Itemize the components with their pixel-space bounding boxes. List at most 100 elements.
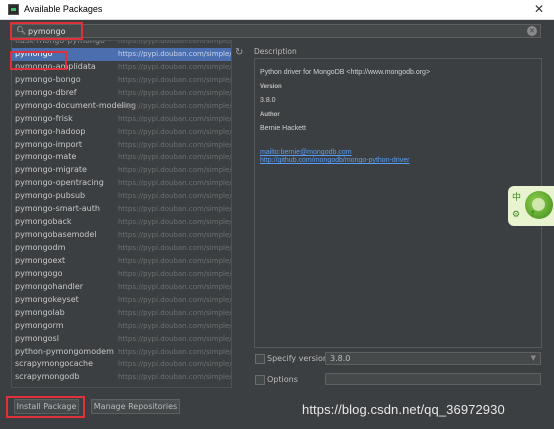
refresh-icon[interactable]: ↻ (235, 47, 243, 58)
package-repository: https://pypi.douban.com/simple/ (118, 153, 232, 162)
package-name: scrapymongocache (15, 359, 93, 369)
package-row[interactable]: pymongo-bongo https://pypi.douban.com/sim… (12, 74, 231, 87)
package-row[interactable]: pymongo-pubsub https://pypi.douban.com/si… (12, 190, 231, 203)
repository-link[interactable]: http://github.com/mongodb/mongo-python-d… (260, 157, 409, 164)
package-repository: https://pypi.douban.com/simple/ (118, 295, 232, 304)
close-icon[interactable]: ✕ (534, 2, 544, 16)
package-name: pymongohandler (15, 281, 84, 291)
version-select-value: 3.8.0 (330, 354, 351, 363)
package-row[interactable]: python-pymongomodem https://pypi.douban.c… (12, 346, 231, 359)
package-repository: https://pypi.douban.com/simple/ (118, 62, 232, 71)
description-label: Description (254, 47, 297, 56)
chevron-down-icon: ▼ (530, 354, 536, 362)
options-input[interactable] (325, 373, 541, 385)
package-repository: https://pypi.douban.com/simple/ (118, 192, 232, 201)
author-heading: Author (260, 112, 280, 118)
package-row[interactable]: pymongo-document-modeling https://pypi.do… (12, 100, 231, 113)
package-version: 3.8.0 (260, 97, 276, 104)
package-row[interactable]: pymongogo https://pypi.douban.com/simple/ (12, 268, 231, 281)
package-row[interactable]: flask-mongo-pymongo https://pypi.douban.c… (12, 40, 232, 48)
package-repository: https://pypi.douban.com/simple/ (118, 269, 232, 278)
package-repository: https://pypi.douban.com/simple/ (118, 347, 232, 356)
package-repository: https://pypi.douban.com/simple/ (118, 373, 232, 382)
package-repository: https://pypi.douban.com/simple/ (118, 244, 232, 252)
package-row[interactable]: pymongosl https://pypi.douban.com/simple/ (12, 333, 231, 346)
package-row[interactable]: pymongolab https://pypi.douban.com/simple… (12, 307, 231, 320)
package-row[interactable]: pymongodm https://pypi.douban.com/simple/ (12, 242, 231, 255)
package-name: pymongoext (15, 255, 66, 265)
package-row[interactable]: pymongo-import https://pypi.douban.com/si… (12, 139, 231, 152)
chinese-input-icon: 中 (512, 193, 522, 203)
package-repository: https://pypi.douban.com/simple/ (118, 101, 232, 110)
package-row[interactable]: pymongo-mate https://pypi.douban.com/simp… (12, 151, 231, 164)
package-row[interactable]: pymongo-dbref https://pypi.douban.com/sim… (12, 87, 231, 100)
search-box[interactable]: 🔍︎ ✕ (11, 24, 541, 38)
package-name: pymongo-hadoop (15, 126, 86, 136)
package-row[interactable]: scrapymongocache https://pypi.douban.com/… (12, 358, 231, 371)
package-name: flask-mongo-pymongo (15, 40, 105, 45)
package-repository: https://pypi.douban.com/simple/ (118, 205, 232, 214)
package-name: pymongo-opentracing (15, 178, 104, 188)
clear-search-icon[interactable]: ✕ (527, 26, 537, 36)
search-input[interactable] (28, 25, 508, 37)
package-name: pymongolab (15, 307, 65, 317)
package-name: pymongosl (15, 333, 59, 343)
package-row[interactable]: pymongobasemodel https://pypi.douban.com/… (12, 229, 231, 242)
package-name: pymongo-mate (15, 152, 77, 162)
package-row[interactable]: pymongo-hadoop https://pypi.douban.com/si… (12, 126, 231, 139)
package-repository: https://pypi.douban.com/simple/ (118, 308, 232, 317)
package-row[interactable]: pymongo-frisk https://pypi.douban.com/sim… (12, 113, 231, 126)
package-summary: Python driver for MongoDB <http://www.mo… (260, 69, 431, 76)
description-panel: Python driver for MongoDB <http://www.mo… (254, 58, 542, 348)
specify-version-checkbox[interactable] (255, 354, 265, 364)
package-repository: https://pypi.douban.com/simple/ (118, 360, 232, 369)
package-name: pymongo-dbref (15, 87, 77, 97)
package-row[interactable]: pymongo-migrate https://pypi.douban.com/s… (12, 164, 231, 177)
options-label: Options (267, 375, 298, 384)
package-repository: https://pypi.douban.com/simple/ (118, 114, 232, 123)
package-repository: https://pypi.douban.com/simple/ (118, 166, 232, 175)
selected-package-highlight-box (10, 51, 67, 70)
package-row[interactable]: scrapymongodb https://pypi.douban.com/sim… (12, 371, 231, 384)
package-name: pymongo-smart-auth (15, 204, 100, 214)
install-button-highlight-box (6, 396, 85, 418)
package-name: pymongoback (15, 217, 72, 227)
package-repository: https://pypi.douban.com/simple/ (118, 321, 232, 330)
package-row[interactable]: pymongoext https://pypi.douban.com/simple… (12, 255, 231, 268)
window-title: Available Packages (24, 4, 103, 14)
package-name: pymongo-import (15, 139, 82, 149)
package-row[interactable]: pymongorm https://pypi.douban.com/simple/ (12, 320, 231, 333)
package-list[interactable]: flask-mongo-pymongo https://pypi.douban.c… (11, 40, 232, 388)
package-repository: https://pypi.douban.com/simple/ (118, 75, 232, 84)
author-email-link[interactable]: mailto:bernie@mongodb.com (260, 149, 352, 156)
pycharm-app-icon (8, 4, 19, 15)
package-row[interactable]: pymongo-opentracing https://pypi.douban.c… (12, 177, 231, 190)
arrow-up-icon: ↑ (529, 210, 537, 220)
package-repository: https://pypi.douban.com/simple/ (118, 256, 232, 265)
gear-icon: ⚙ (512, 210, 521, 220)
package-repository: https://pypi.douban.com/simple/ (118, 40, 232, 45)
package-name: python-pymongomodem (15, 346, 114, 356)
package-name: scrapymongodb (15, 372, 80, 382)
package-row[interactable]: pymongoback https://pypi.douban.com/simpl… (12, 216, 231, 229)
version-select[interactable]: 3.8.0 ▼ (325, 352, 541, 365)
package-name: pymongobasemodel (15, 230, 97, 240)
package-row[interactable]: pymongokeyset https://pypi.douban.com/sim… (12, 294, 231, 307)
package-name: pymongodm (15, 243, 66, 252)
package-name: pymongo-migrate (15, 165, 87, 175)
package-repository: https://pypi.douban.com/simple/ (118, 88, 232, 97)
package-repository: https://pypi.douban.com/simple/ (118, 49, 232, 58)
package-name: pymongorm (15, 320, 64, 330)
floating-widget[interactable]: 中 ⚙ ↑ (508, 186, 554, 226)
specify-version-label: Specify version (267, 354, 328, 363)
package-row[interactable]: pymongo-smart-auth https://pypi.douban.co… (12, 203, 231, 216)
title-bar: Available Packages ✕ (0, 0, 554, 20)
version-heading: Version (260, 84, 282, 90)
package-row[interactable]: pymongohandler https://pypi.douban.com/si… (12, 281, 231, 294)
options-checkbox[interactable] (255, 375, 265, 385)
package-name: pymongokeyset (15, 294, 79, 304)
package-name: pymongogo (15, 268, 63, 278)
search-highlight-box (10, 22, 83, 40)
package-repository: https://pypi.douban.com/simple/ (118, 334, 232, 343)
manage-repositories-button[interactable]: Manage Repositories (91, 399, 180, 414)
